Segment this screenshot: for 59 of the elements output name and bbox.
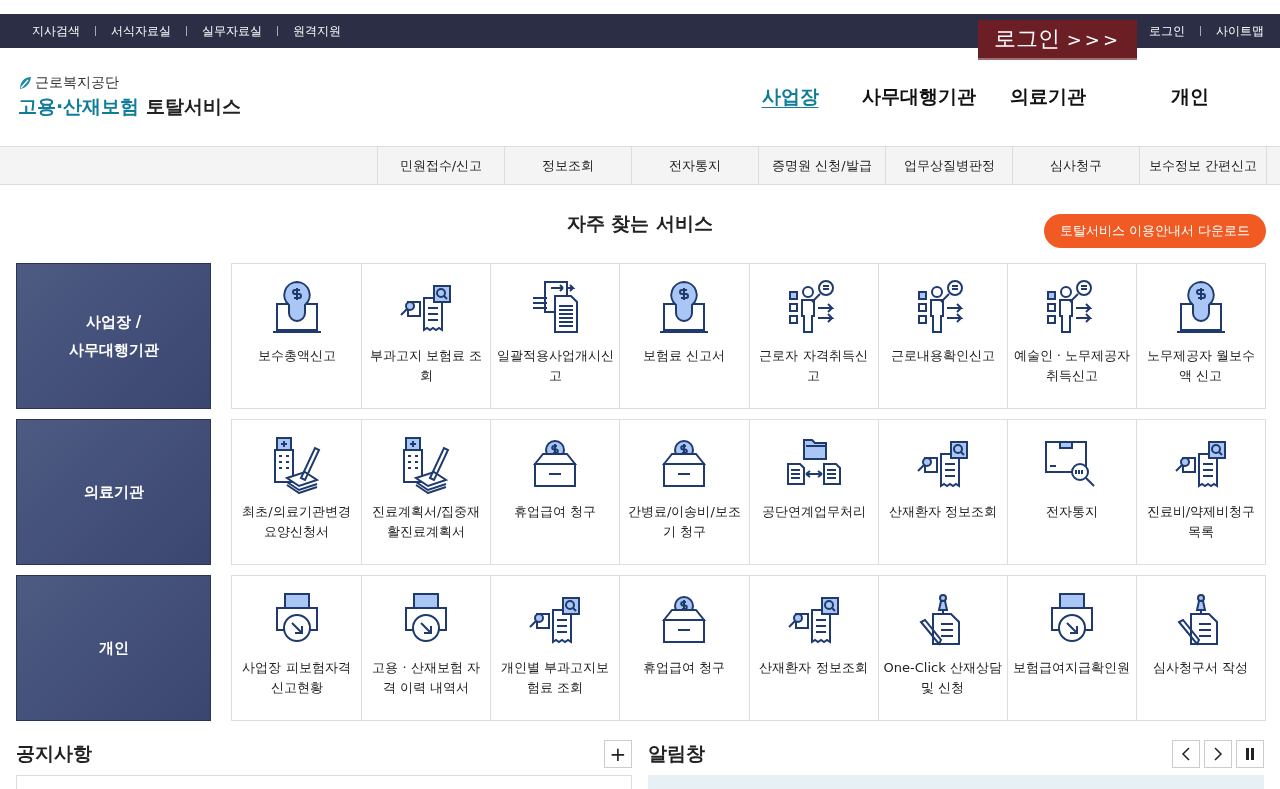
service-tile[interactable]: 개인별 부과고지보험료 조회: [490, 576, 620, 720]
service-tile[interactable]: 사업장 피보험자격 신고현황: [232, 576, 362, 720]
sub-nav-item[interactable]: 민원접수/신고: [377, 147, 504, 184]
logo-title-highlight: 고용·산재보험: [18, 95, 140, 117]
service-tile[interactable]: 근로자 자격취득신고: [748, 264, 878, 408]
sub-nav-item[interactable]: 심사청구: [1012, 147, 1139, 184]
next-button[interactable]: [1204, 740, 1232, 768]
utility-link[interactable]: 실무자료실: [202, 22, 262, 40]
sub-nav-item[interactable]: 증명원 신청/발급: [758, 147, 885, 184]
previous-button[interactable]: [1172, 740, 1200, 768]
service-tile[interactable]: 예술인 · 노무제공자 취득신고: [1006, 264, 1136, 408]
service-tile[interactable]: 노무제공자 월보수액 신고: [1135, 264, 1265, 408]
category-panel: 의료기관: [16, 419, 211, 565]
main-nav-tab[interactable]: 개인: [1136, 84, 1244, 110]
sub-nav-item[interactable]: 업무상질병판정: [885, 147, 1012, 184]
service-tile[interactable]: One-Click 산재상담 및 신청: [877, 576, 1007, 720]
service-tile[interactable]: 진료비/약제비청구목록: [1135, 420, 1265, 564]
service-tile[interactable]: 간병료/이송비/보조기 청구: [619, 420, 749, 564]
utility-link[interactable]: 서식자료실: [111, 22, 171, 40]
section-title: 자주 찾는 서비스: [566, 211, 714, 236]
more-button[interactable]: +: [604, 740, 632, 768]
sub-nav-item[interactable]: 보수정보 간편신고: [1139, 147, 1267, 184]
notice-title: 공지사항: [16, 741, 92, 766]
sub-nav-item[interactable]: 전자통지: [631, 147, 758, 184]
service-tile[interactable]: 근로내용확인신고: [877, 264, 1007, 408]
service-tile[interactable]: 진료계획서/집중재활진료계획서: [361, 420, 491, 564]
main-nav-tab[interactable]: 의료기관: [990, 84, 1106, 110]
sub-nav-item[interactable]: 정보조회: [504, 147, 631, 184]
main-nav-tab[interactable]: 사업장: [732, 84, 848, 110]
account-link[interactable]: 로그인: [1149, 22, 1185, 40]
logo-title: 토탈서비스: [145, 95, 241, 117]
utility-link[interactable]: 지사검색: [32, 22, 80, 40]
chevron-left-icon: [1181, 747, 1191, 761]
service-tile[interactable]: 일괄적용사업개시신고: [490, 264, 620, 408]
main-nav-tab[interactable]: 사무대행기관: [848, 84, 990, 110]
pause-icon: [1245, 748, 1255, 760]
chevron-right-icon: [1213, 747, 1223, 761]
category-panel: 사업장 / 사무대행기관: [16, 263, 211, 409]
service-tile[interactable]: 최초/의료기관변경 요양신청서: [232, 420, 362, 564]
account-link[interactable]: 사이트맵: [1216, 22, 1264, 40]
utility-link[interactable]: 원격지원: [293, 22, 341, 40]
alert-title: 알림창: [648, 741, 705, 766]
service-tile[interactable]: 휴업급여 청구: [619, 576, 749, 720]
service-tile[interactable]: 보수총액신고: [232, 264, 362, 408]
service-tile[interactable]: 고용 · 산재보험 자격 이력 내역서: [361, 576, 491, 720]
service-tile[interactable]: 보험급여지급확인원: [1006, 576, 1136, 720]
service-tile[interactable]: 공단연계업무처리: [748, 420, 878, 564]
pause-button[interactable]: [1236, 740, 1264, 768]
service-tile[interactable]: 산재환자 정보조회: [877, 420, 1007, 564]
service-tile[interactable]: 전자통지: [1006, 420, 1136, 564]
service-tile[interactable]: 산재환자 정보조회: [748, 576, 878, 720]
login-banner-button[interactable]: 로그인 >>>: [977, 20, 1137, 60]
service-tile[interactable]: 휴업급여 청구: [490, 420, 620, 564]
service-tile[interactable]: 보험료 신고서: [619, 264, 749, 408]
category-panel: 개인: [16, 575, 211, 721]
service-tile[interactable]: 부과고지 보험료 조회: [361, 264, 491, 408]
logo-leaf-icon: [18, 76, 32, 90]
logo-org-name: 근로복지공단: [35, 74, 119, 92]
service-tile[interactable]: 심사청구서 작성: [1135, 576, 1265, 720]
